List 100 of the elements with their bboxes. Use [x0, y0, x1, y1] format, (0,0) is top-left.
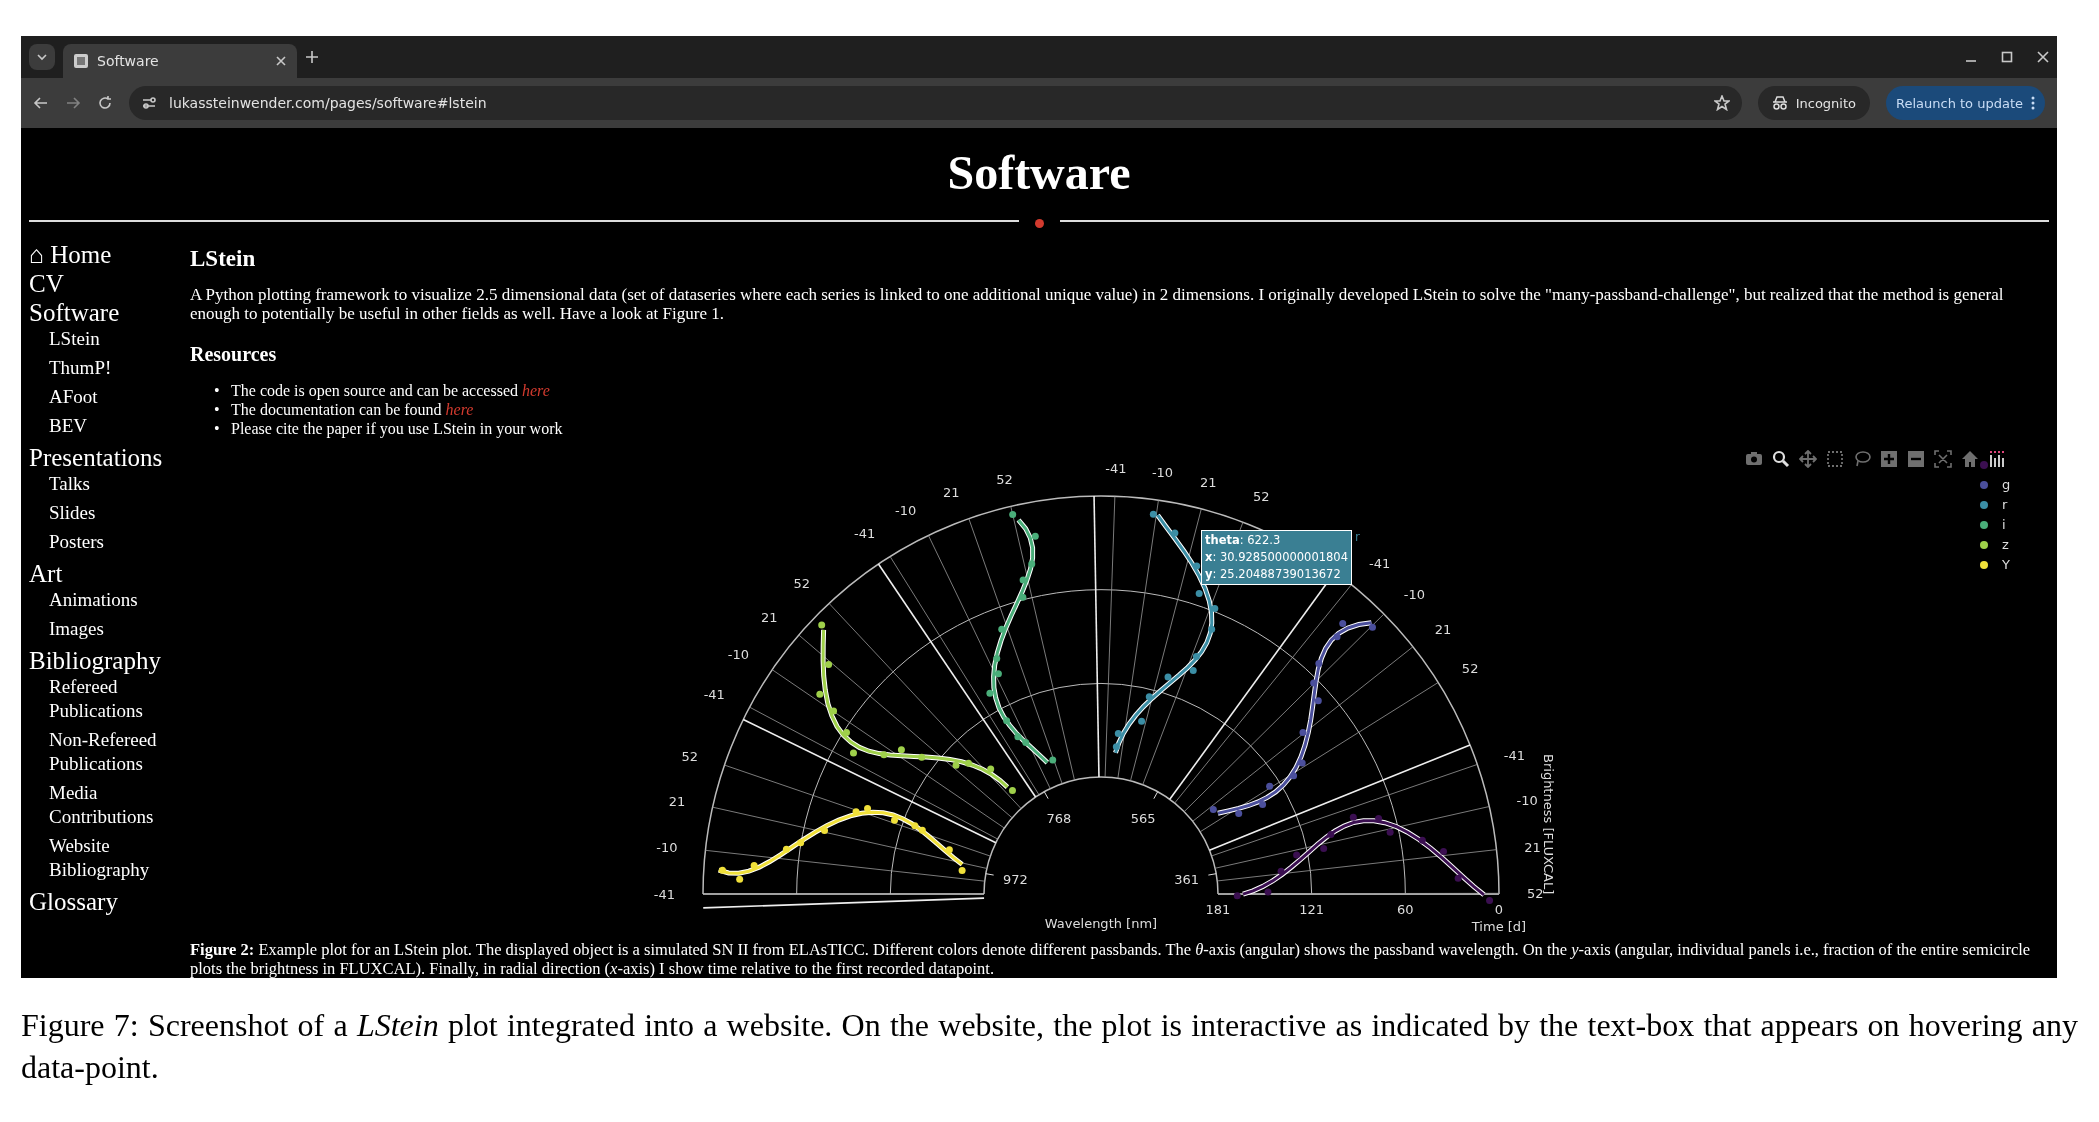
- nav-link[interactable]: Glossary: [29, 887, 118, 916]
- brightness-tick-label: -10: [1516, 793, 1538, 809]
- relaunch-button[interactable]: Relaunch to update: [1886, 86, 2045, 120]
- list-item: The documentation can be found here: [231, 400, 474, 419]
- lasso-icon[interactable]: [1853, 450, 1871, 468]
- bar-logo-icon[interactable]: [1988, 450, 2006, 468]
- time-tick-label: 60: [1397, 902, 1414, 917]
- data-series-drawing[interactable]: [816, 621, 1016, 794]
- bookmark-star-icon[interactable]: [1713, 95, 1730, 111]
- brightness-tick-label: 52: [1461, 660, 1479, 676]
- data-series-drawing[interactable]: [1233, 813, 1494, 905]
- new-tab-icon[interactable]: [305, 50, 319, 64]
- list-item: Please cite the paper if you use LStein in your work: [231, 419, 563, 438]
- nav-sublink[interactable]: LStein: [49, 327, 100, 351]
- subsection-heading: Resources: [190, 342, 278, 367]
- brightness-tick-label: 52: [681, 749, 698, 764]
- here-link[interactable]: here: [445, 401, 474, 418]
- axis-title: Time [d]: [1471, 919, 1527, 934]
- list-bullet: •: [214, 381, 221, 400]
- nav-sublink[interactable]: Animations: [49, 588, 138, 612]
- zoom-in-icon[interactable]: [1880, 450, 1898, 468]
- legend-item[interactable]: z: [1980, 536, 2011, 553]
- box-select-icon[interactable]: [1826, 450, 1844, 468]
- hover-tooltip: theta: 622.3 x: 30.928500000001804 y: 25.20488739013672: [1201, 530, 1352, 585]
- incognito-label: Incognito: [1795, 95, 1856, 111]
- legend-item[interactable]: r: [1980, 496, 2011, 513]
- brightness-tick-label: 21: [1524, 839, 1541, 855]
- legend-item[interactable]: Y: [1980, 556, 2011, 573]
- nav-sublink[interactable]: Media Contributions: [49, 781, 190, 829]
- section-heading: LStein: [190, 245, 257, 273]
- time-tick-label: 0: [1494, 902, 1504, 917]
- brightness-tick-label: 21: [668, 794, 686, 810]
- list-bullet: •: [214, 419, 221, 438]
- favicon-icon: [73, 53, 89, 69]
- brightness-tick-label: 21: [1200, 474, 1217, 490]
- wavelength-tick-label: 972: [1002, 871, 1028, 887]
- legend-item[interactable]: i: [1980, 516, 2011, 533]
- wavelength-tick-label: 768: [1046, 810, 1072, 826]
- brightness-tick-label: -41: [1503, 748, 1526, 764]
- more-icon: [2031, 96, 2035, 110]
- brightness-tick-label: 21: [1434, 622, 1452, 638]
- incognito-badge[interactable]: Incognito: [1757, 86, 1870, 120]
- nav-link[interactable]: Art: [29, 559, 63, 588]
- list-item: The code is open source and can be accessed here: [231, 381, 550, 400]
- address-bar[interactable]: lukassteinwender.com/pages/software#lstein: [129, 86, 1742, 120]
- maximize-icon[interactable]: [2001, 51, 2013, 63]
- zoom-icon[interactable]: [1772, 450, 1790, 468]
- autoscale-icon[interactable]: [1934, 450, 1952, 468]
- browser-tab[interactable]: Software: [63, 44, 297, 78]
- page-title: Software: [946, 145, 1132, 201]
- axis-title: Brightness [FLUXCAL]: [1541, 754, 1556, 895]
- home-icon[interactable]: [1961, 450, 1979, 468]
- brightness-tick-label: -10: [895, 503, 917, 519]
- nav-sublink[interactable]: Slides: [49, 501, 96, 525]
- pan-icon[interactable]: [1799, 450, 1817, 468]
- reload-icon[interactable]: [97, 95, 113, 111]
- chevron-down-icon: [36, 51, 48, 63]
- figure-caption: Figure 7: Screenshot of a LStein plot integrated into a website. On the website, the plot is interactive as indicated by the text-box that appears on hovering any data-point.: [21, 1006, 2078, 1087]
- brightness-tick-label: 52: [1252, 489, 1270, 505]
- back-icon[interactable]: [33, 95, 49, 111]
- tab-search-button[interactable]: [29, 44, 55, 70]
- camera-icon[interactable]: [1745, 450, 1763, 468]
- nav-sublink[interactable]: Talks: [49, 472, 90, 496]
- nav-sublink[interactable]: Non-Refereed Publications: [49, 728, 190, 776]
- brightness-tick-label: 21: [761, 609, 778, 625]
- zoom-out-icon[interactable]: [1907, 450, 1925, 468]
- nav-sublink[interactable]: Refereed Publications: [49, 675, 190, 723]
- site-settings-icon[interactable]: [141, 95, 157, 111]
- data-series-drawing[interactable]: [986, 511, 1057, 765]
- here-link[interactable]: here: [522, 382, 550, 399]
- figure-caption: Figure 2: Example plot for an LStein plot. The displayed object is a simulated SN II from ELAsTICC. Different colors denote different passbands. The θ-axis (angular) shows the passband wavelength. On the y-axis (angular, individual panels i.e., fraction of the entire semicircle plots the brightness in FLUXCAL). Finally, in radial direction (x-axis) I show time relative to the first recorded datapoint.: [190, 940, 2032, 978]
- data-series-drawing[interactable]: [718, 805, 966, 883]
- nav-link[interactable]: Presentations: [29, 443, 163, 472]
- nav-link[interactable]: Software: [29, 298, 120, 327]
- brightness-tick-label: -41: [1369, 555, 1391, 571]
- data-series-drawing[interactable]: [1209, 619, 1376, 817]
- close-icon[interactable]: [275, 55, 287, 67]
- brightness-tick-label: -41: [1105, 461, 1127, 477]
- nav-sublink[interactable]: AFoot: [49, 385, 98, 409]
- nav-sublink[interactable]: Website Bibliography: [49, 834, 190, 882]
- nav-sublink[interactable]: ThumP!: [49, 356, 112, 380]
- brightness-tick-label: 52: [1527, 886, 1544, 902]
- divider-dot: [1034, 219, 1044, 228]
- brightness-tick-label: 52: [996, 472, 1013, 488]
- trace-name: r: [1355, 530, 1360, 544]
- nav-sublink[interactable]: Images: [49, 617, 104, 641]
- nav-sublink[interactable]: Posters: [49, 530, 104, 554]
- nav-sublink[interactable]: BEV: [49, 414, 87, 438]
- nav-link[interactable]: ⌂ Home: [29, 240, 112, 269]
- nav-link[interactable]: CV: [29, 269, 64, 298]
- nav-link[interactable]: Bibliography: [29, 646, 161, 675]
- brightness-tick-label: -41: [703, 687, 725, 702]
- time-tick-label: 181: [1205, 902, 1231, 917]
- brightness-tick-label: 21: [942, 485, 960, 501]
- legend-item[interactable]: g: [1980, 476, 2011, 493]
- wavelength-tick-label: 361: [1174, 871, 1200, 887]
- axis-title: Wavelength [nm]: [1044, 916, 1158, 931]
- forward-icon[interactable]: [65, 95, 81, 111]
- close-icon[interactable]: [2037, 51, 2049, 63]
- brightness-tick-label: -10: [1403, 587, 1426, 603]
